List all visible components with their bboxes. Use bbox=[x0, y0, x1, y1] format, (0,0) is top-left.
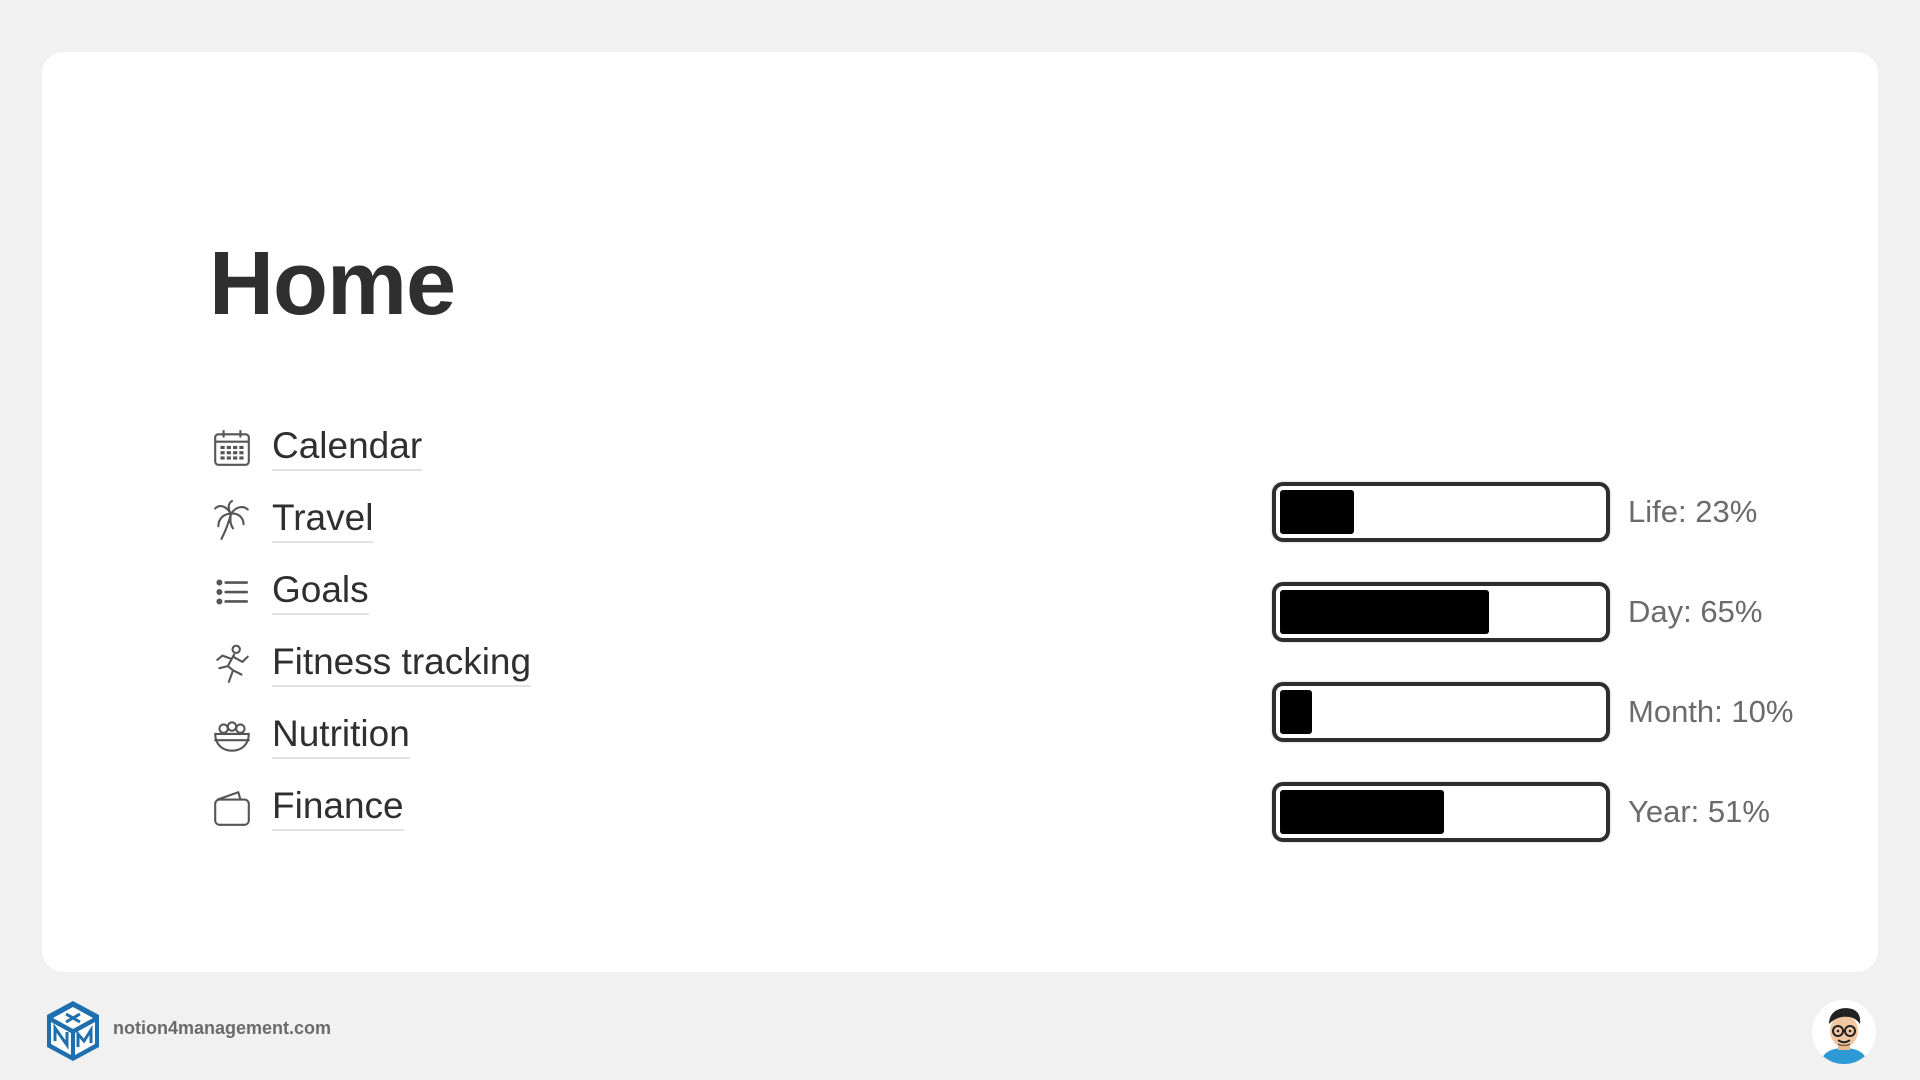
progress-row-year: Year: 51% bbox=[1272, 762, 1793, 862]
page-card: Home Calendar Travel Goals Fitness track… bbox=[42, 52, 1878, 972]
progress-fill-day bbox=[1280, 590, 1489, 634]
nav-item-travel[interactable]: Travel bbox=[210, 484, 531, 556]
n4m-cube-logo[interactable] bbox=[44, 999, 102, 1063]
progress-track-life bbox=[1272, 482, 1610, 542]
nav-item-fitness-tracking[interactable]: Fitness tracking bbox=[210, 628, 532, 700]
footer-url-link[interactable]: notion4management.com bbox=[113, 1018, 331, 1039]
nav-item-nutrition[interactable]: Nutrition bbox=[210, 700, 531, 772]
progress-row-day: Day: 65% bbox=[1272, 562, 1793, 662]
progress-row-month: Month: 10% bbox=[1272, 662, 1793, 762]
bulleted-list-icon bbox=[210, 570, 254, 614]
progress-fill-month bbox=[1280, 690, 1312, 734]
calendar-icon bbox=[210, 426, 254, 470]
palm-tree-icon bbox=[210, 498, 254, 542]
wallet-icon bbox=[210, 786, 254, 830]
progress-row-life: Life: 23% bbox=[1272, 462, 1793, 562]
avatar[interactable] bbox=[1812, 1000, 1876, 1064]
progress-label-day: Day: 65% bbox=[1628, 594, 1763, 629]
nav-item-finance[interactable]: Finance bbox=[210, 772, 531, 844]
nav-label-nutrition: Nutrition bbox=[272, 713, 410, 760]
progress-track-month bbox=[1272, 682, 1610, 742]
salad-bowl-icon bbox=[210, 714, 254, 758]
nav-label-calendar: Calendar bbox=[272, 425, 423, 472]
nav-label-fitness-tracking: Fitness tracking bbox=[272, 641, 532, 688]
nav-list: Calendar Travel Goals Fitness tracking N… bbox=[210, 412, 532, 844]
progress-label-year: Year: 51% bbox=[1628, 794, 1770, 829]
progress-track-day bbox=[1272, 582, 1610, 642]
progress-fill-life bbox=[1280, 490, 1354, 534]
progress-track-year bbox=[1272, 782, 1610, 842]
progress-label-life: Life: 23% bbox=[1628, 494, 1758, 529]
progress-fill-year bbox=[1280, 790, 1444, 834]
progress-label-month: Month: 10% bbox=[1628, 694, 1794, 729]
nav-label-finance: Finance bbox=[272, 785, 404, 832]
nav-label-travel: Travel bbox=[272, 497, 374, 544]
nav-item-calendar[interactable]: Calendar bbox=[210, 412, 531, 484]
nav-label-goals: Goals bbox=[272, 569, 369, 616]
nav-item-goals[interactable]: Goals bbox=[210, 556, 531, 628]
progress-list: Life: 23% Day: 65% Month: 10% Year: 51% bbox=[1272, 462, 1793, 862]
page-title: Home bbox=[209, 234, 456, 334]
runner-icon bbox=[210, 642, 254, 686]
